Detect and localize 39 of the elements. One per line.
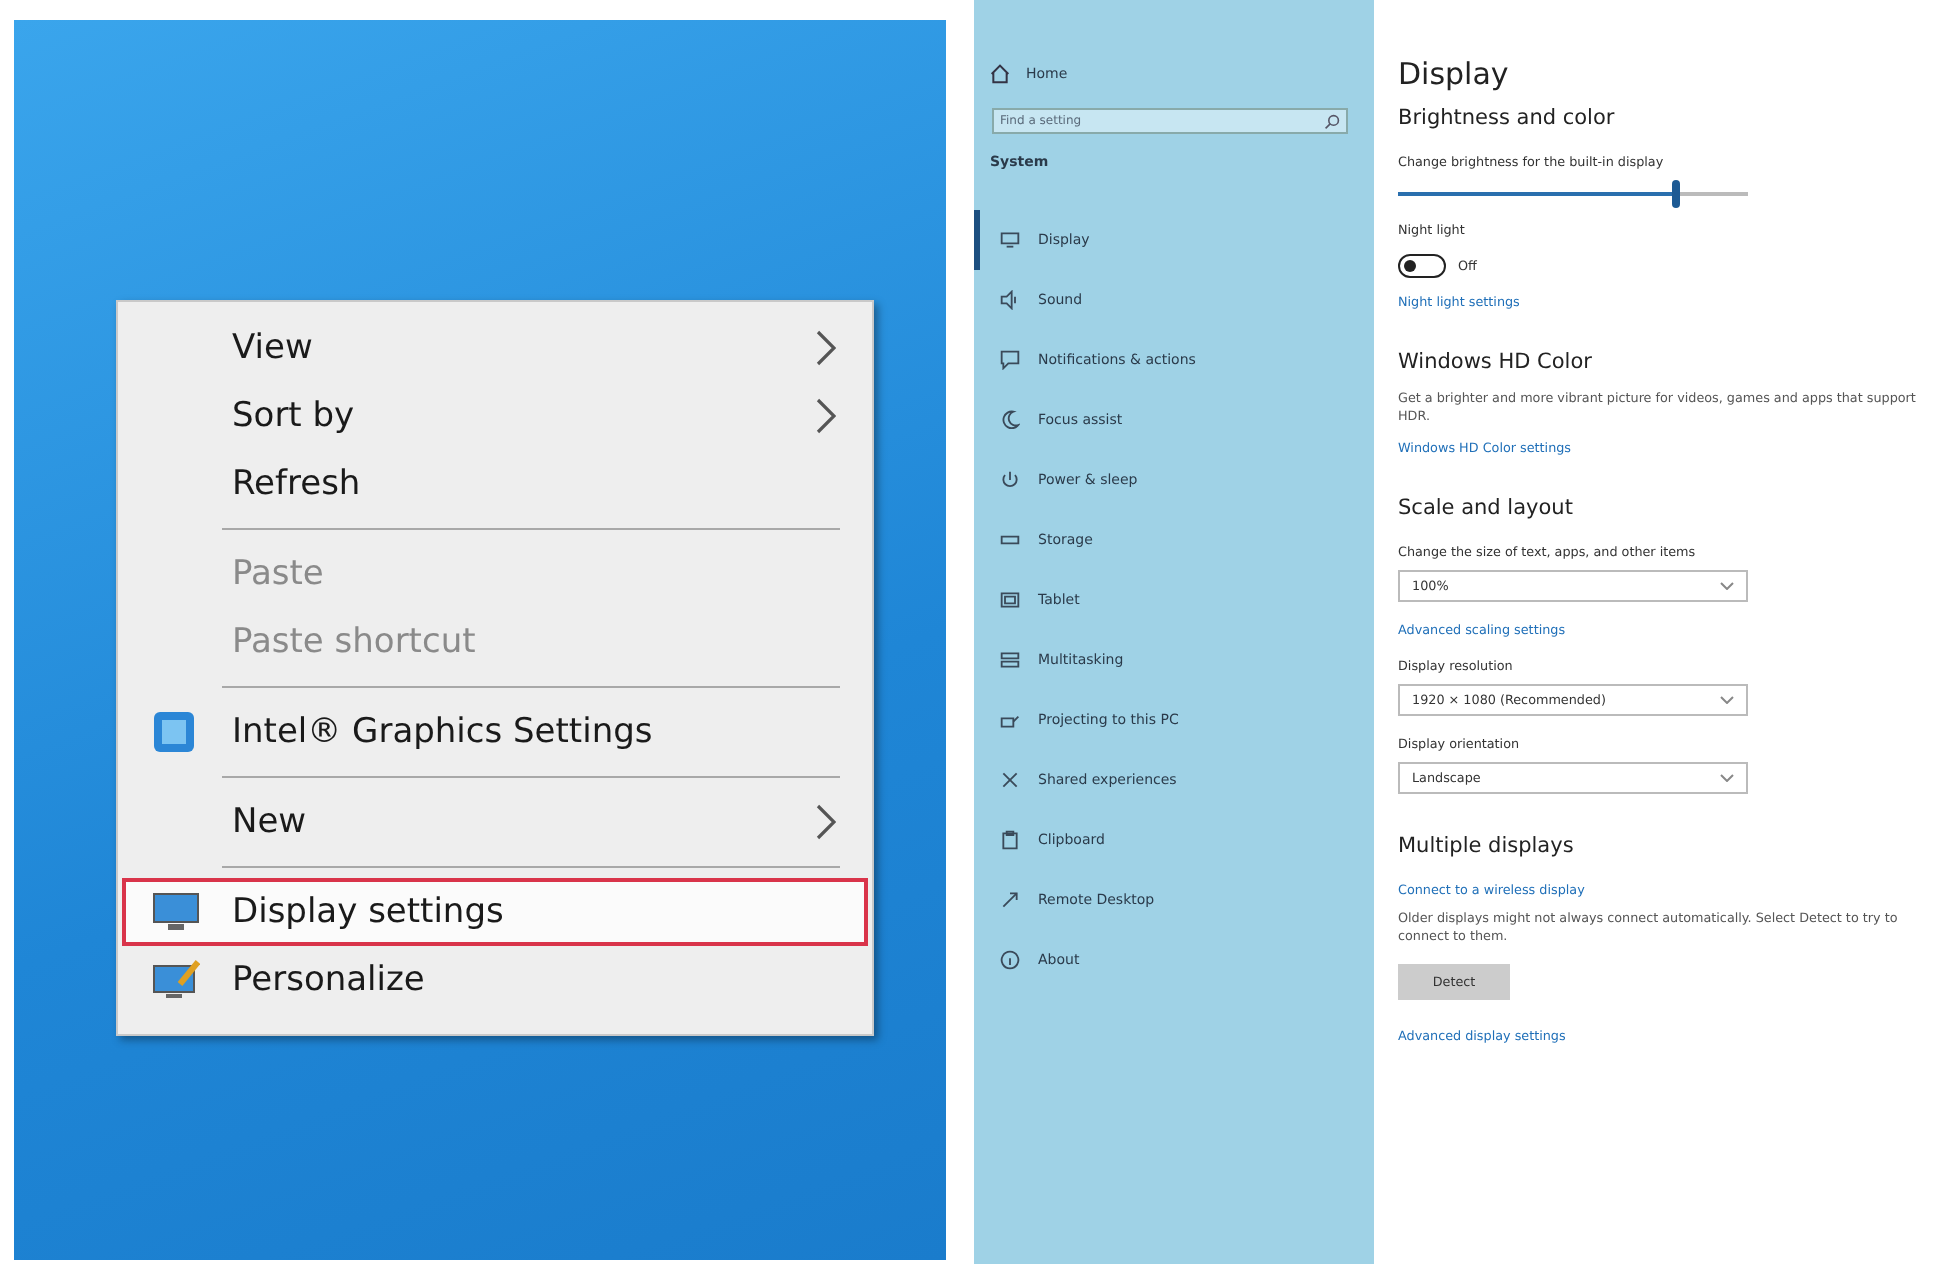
menu-item[interactable]: Refresh xyxy=(122,450,868,518)
clipboard-icon xyxy=(1000,830,1020,850)
windows-icon xyxy=(1000,650,1020,670)
speaker-icon xyxy=(1000,290,1020,310)
graphics-app-icon xyxy=(152,710,196,754)
menu-item[interactable]: Intel® Graphics Settings xyxy=(122,698,868,766)
menu-item[interactable]: Personalize xyxy=(122,946,868,1014)
menu-item[interactable]: Display settings xyxy=(122,878,868,946)
chat-icon xyxy=(1000,350,1020,370)
section-heading: Brightness and color xyxy=(1398,106,1617,130)
tablet-icon xyxy=(1000,590,1020,610)
search-icon xyxy=(1324,113,1340,129)
menu-item[interactable]: View xyxy=(122,314,868,382)
menu-item[interactable]: New xyxy=(122,788,868,856)
menu-item[interactable]: Sort by xyxy=(122,382,868,450)
projector-icon xyxy=(1000,710,1020,730)
monitor-icon xyxy=(1000,230,1020,250)
section-heading: Multiple displays xyxy=(1398,833,1576,858)
home-icon xyxy=(990,64,1010,84)
info-icon xyxy=(1000,950,1020,970)
drive-icon xyxy=(1000,530,1020,550)
chevron-right-icon xyxy=(816,330,836,366)
power-icon xyxy=(1000,470,1020,490)
chevron-down-icon xyxy=(1720,581,1734,590)
chevron-down-icon xyxy=(1720,695,1734,704)
chevron-down-icon xyxy=(1720,773,1734,782)
brightness-slider[interactable] xyxy=(1394,180,1752,208)
toggle-switch[interactable] xyxy=(1398,254,1446,278)
monitor-brush-icon xyxy=(152,960,200,1000)
section-heading: Windows HD Color xyxy=(1398,350,1594,374)
chevron-right-icon xyxy=(816,398,836,434)
section-heading: Scale and layout xyxy=(1398,495,1575,520)
chevron-right-icon xyxy=(816,804,836,840)
page-title: Display xyxy=(1398,56,1511,92)
remote-icon xyxy=(1000,890,1020,910)
cross-icon xyxy=(1000,770,1020,790)
moon-icon xyxy=(1000,410,1020,430)
monitor-icon xyxy=(152,892,200,932)
slider-thumb[interactable] xyxy=(1672,180,1681,208)
